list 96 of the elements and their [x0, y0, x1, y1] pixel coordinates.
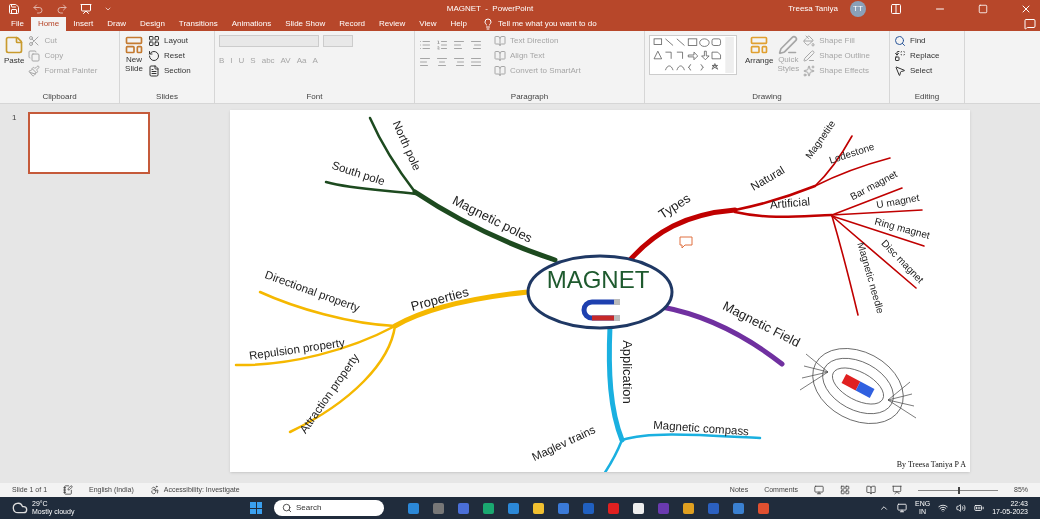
font-size-field[interactable] [323, 35, 353, 47]
branch-label: Repulsion property [248, 336, 346, 362]
redo-icon[interactable] [56, 2, 68, 15]
restore-icon[interactable] [978, 3, 988, 14]
cloud-icon [12, 500, 28, 516]
ribbon-tab[interactable]: Slide Show [278, 17, 333, 31]
accessibility-icon [149, 485, 160, 495]
paintbrush-icon [28, 65, 41, 77]
bullets-icon[interactable] [419, 39, 431, 51]
ribbon-button[interactable]: Reset [148, 50, 191, 62]
ribbon-tab[interactable]: Design [132, 17, 172, 31]
section-icon [148, 65, 160, 77]
ribbon-tab[interactable]: Home [30, 17, 67, 31]
sorter-view-icon[interactable] [840, 485, 850, 495]
slide-thumbnail[interactable] [28, 112, 151, 174]
ribbon-tab[interactable]: Transitions [171, 17, 225, 31]
horseshoe-magnet-icon [581, 299, 620, 321]
center-title: MAGNET [546, 266, 650, 294]
user-avatar[interactable]: TT [850, 0, 866, 17]
chevron-up-icon[interactable] [879, 503, 889, 513]
ribbon-tab[interactable]: Animations [224, 17, 279, 31]
ribbon-button[interactable]: Find [894, 35, 940, 47]
ribbon-button[interactable]: Select [894, 65, 940, 77]
battery-icon[interactable] [974, 503, 985, 513]
slideshow-icon[interactable] [892, 485, 902, 495]
group-label: Drawing [751, 91, 783, 103]
scissors-icon [28, 35, 41, 47]
app-icon[interactable] [633, 502, 644, 514]
branch-label: North pole [390, 118, 424, 173]
ribbon-display-icon[interactable] [890, 2, 902, 15]
ribbon-tab[interactable]: View [412, 17, 444, 31]
spelling-icon[interactable] [63, 485, 74, 495]
ribbon-tab[interactable]: Draw [100, 17, 133, 31]
copy-icon [28, 50, 41, 62]
pointer-icon [894, 65, 906, 77]
pen-icon [778, 35, 799, 55]
volume-icon[interactable] [956, 503, 967, 513]
presentation-icon[interactable] [80, 2, 92, 15]
branch-label: Magnetic compass [652, 418, 750, 438]
comment-icon [679, 236, 693, 249]
comment-icon[interactable] [1024, 18, 1036, 30]
reset-icon [148, 50, 160, 62]
wifi-icon[interactable] [938, 503, 949, 513]
pen-icon [803, 50, 816, 62]
branch-label: Properties [409, 284, 471, 314]
search-icon [282, 503, 292, 513]
group-label: Slides [155, 91, 179, 103]
arrange-icon [749, 35, 770, 55]
group-label: Paragraph [509, 91, 550, 103]
replace-icon [894, 50, 906, 62]
search-icon [894, 35, 906, 47]
branch-label: Application [619, 340, 635, 404]
save-icon[interactable] [8, 2, 20, 15]
undo-icon[interactable] [32, 2, 44, 15]
justify-icon[interactable] [470, 56, 482, 68]
new-slide-button[interactable]: New Slide [124, 35, 144, 73]
branch-label: South pole [330, 158, 387, 188]
ribbon-button[interactable]: Section [148, 65, 191, 77]
group-label: Clipboard [41, 91, 78, 103]
paste-button[interactable]: Paste [4, 35, 25, 67]
slide-layout-icon [124, 35, 144, 55]
group-label: Font [305, 91, 324, 103]
ribbon-tab[interactable]: Review [372, 17, 413, 31]
branch-label: U magnet [875, 191, 921, 211]
branch-label: Artificial [769, 195, 811, 211]
ribbon-tab[interactable]: Insert [66, 17, 101, 31]
author-credit: By Treesa Taniya P A [896, 460, 966, 469]
windows-start-icon[interactable] [250, 502, 262, 514]
display-icon[interactable] [897, 503, 907, 513]
app-icon[interactable] [683, 502, 694, 514]
arrange-button[interactable]: Arrange [745, 35, 774, 67]
ribbon-button[interactable]: Layout [148, 35, 191, 47]
font-name-field[interactable] [219, 35, 319, 47]
align-right-icon[interactable] [453, 56, 465, 68]
user-name: Treesa Taniya [788, 2, 838, 15]
slide-number: 1 [12, 112, 17, 124]
numbering-icon[interactable] [436, 39, 448, 51]
clipboard-icon [4, 35, 25, 55]
ribbon-tab[interactable]: File [4, 17, 31, 31]
window-title: MAGNET - PowerPoint [445, 2, 535, 15]
paint-bucket-icon [803, 35, 816, 47]
group-label: Editing [913, 91, 941, 103]
align-center-icon[interactable] [436, 56, 448, 68]
normal-view-icon[interactable] [814, 485, 824, 495]
tell-me-field[interactable]: Tell me what you want to do [497, 17, 597, 31]
ribbon-button[interactable]: Replace [894, 50, 940, 62]
taskbar-search-field[interactable]: Search [274, 500, 384, 516]
lightbulb-icon[interactable] [481, 18, 494, 30]
reading-view-icon[interactable] [866, 485, 876, 495]
ribbon-tab[interactable]: Record [332, 17, 373, 31]
ribbon-tab[interactable]: Help [443, 17, 474, 31]
sparkles-icon [803, 65, 816, 77]
align-left-icon[interactable] [419, 56, 431, 68]
app-icon[interactable] [533, 502, 544, 514]
shapes-gallery[interactable] [649, 35, 737, 75]
layout-icon [148, 35, 160, 47]
